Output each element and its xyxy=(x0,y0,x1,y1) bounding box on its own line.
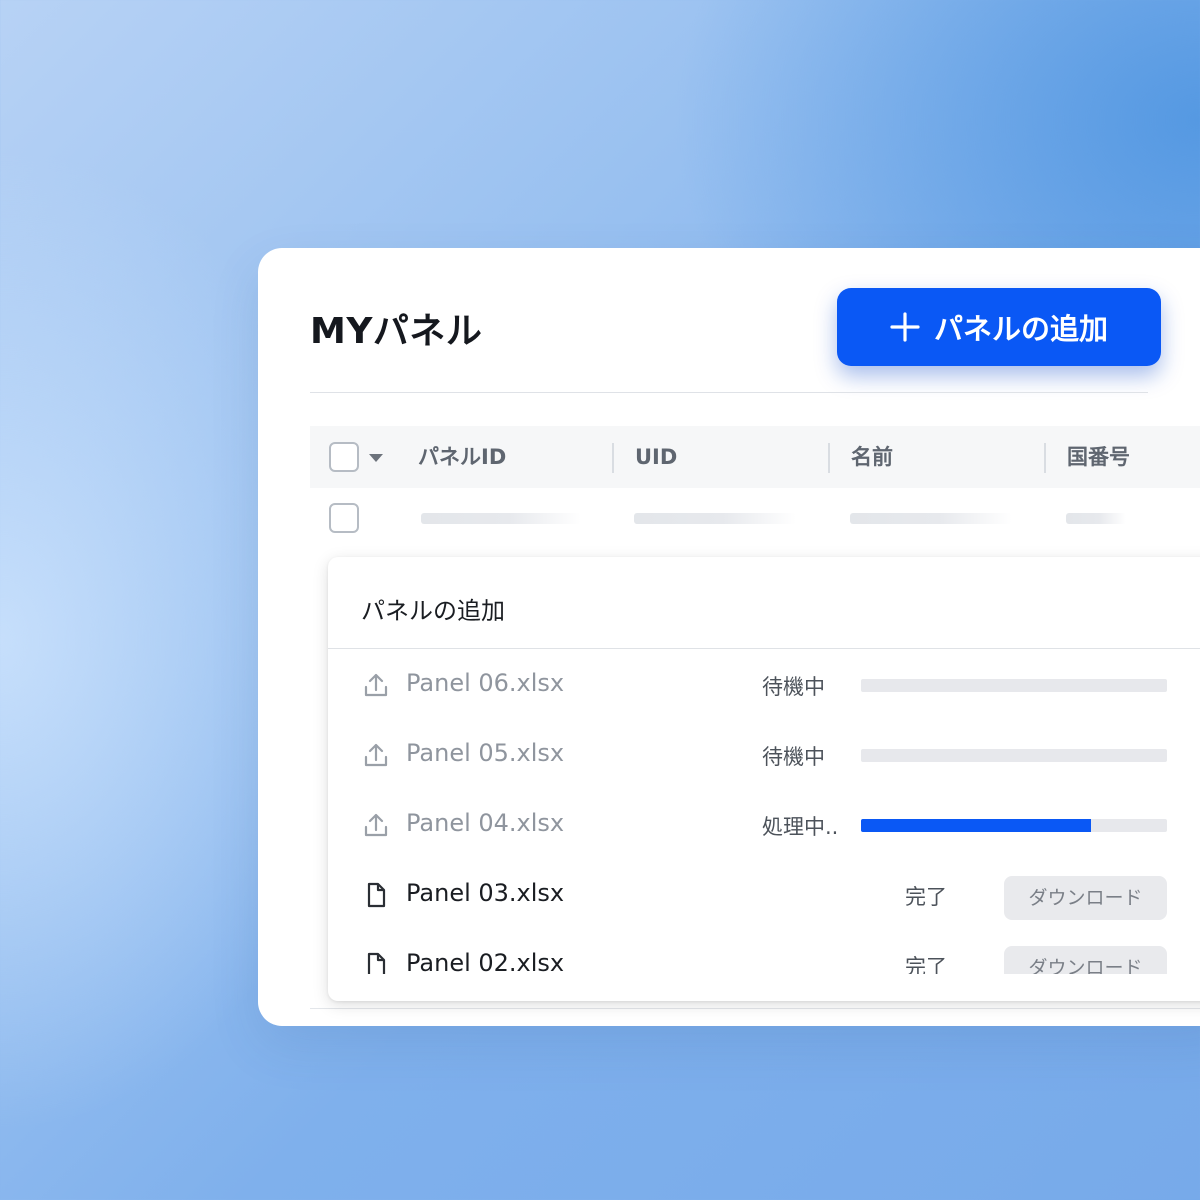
list-item: Panel 06.xlsx 待機中 xyxy=(328,649,1200,719)
skeleton-placeholder xyxy=(1066,513,1126,524)
file-status: 処理中.. xyxy=(762,815,839,839)
header-divider xyxy=(310,392,1148,393)
list-item: Panel 05.xlsx 待機中 xyxy=(328,719,1200,789)
upload-panel-title: パネルの追加 xyxy=(361,597,505,625)
upload-panel: パネルの追加 Panel 06.xlsx 待機中 Panel 05.xlsx 待… xyxy=(328,557,1200,1001)
column-separator xyxy=(1044,443,1046,473)
table-bottom-border xyxy=(310,1008,1200,1009)
file-name: Panel 05.xlsx xyxy=(406,739,565,767)
list-item: Panel 02.xlsx 完了 ダウンロード xyxy=(328,929,1200,974)
file-icon xyxy=(367,882,386,908)
download-button[interactable]: ダウンロード xyxy=(1004,876,1167,920)
add-panel-button[interactable]: パネルの追加 xyxy=(837,288,1161,366)
table-header: パネルID UID 名前 国番号 xyxy=(310,426,1200,488)
progress-bar xyxy=(861,749,1167,762)
file-name: Panel 03.xlsx xyxy=(406,879,565,907)
column-header-panel-id[interactable]: パネルID xyxy=(418,426,506,488)
file-status: 完了 xyxy=(905,885,947,909)
list-item: Panel 04.xlsx 処理中.. xyxy=(328,789,1200,859)
skeleton-placeholder xyxy=(634,513,796,524)
upload-icon xyxy=(364,813,388,837)
file-name: Panel 04.xlsx xyxy=(406,809,565,837)
column-separator xyxy=(612,443,614,473)
page-title: MYパネル xyxy=(310,311,483,352)
add-panel-button-label: パネルの追加 xyxy=(933,312,1108,346)
skeleton-placeholder xyxy=(850,513,1012,524)
file-status: 待機中 xyxy=(762,745,825,769)
file-status: 完了 xyxy=(905,955,947,974)
file-name: Panel 06.xlsx xyxy=(406,669,565,697)
chevron-down-icon[interactable] xyxy=(369,454,383,462)
file-status: 待機中 xyxy=(762,675,825,699)
upload-icon xyxy=(364,673,388,697)
progress-bar xyxy=(861,819,1167,832)
upload-list: Panel 06.xlsx 待機中 Panel 05.xlsx 待機中 Pane… xyxy=(328,649,1200,974)
list-item: Panel 03.xlsx 完了 ダウンロード xyxy=(328,859,1200,929)
progress-bar xyxy=(861,679,1167,692)
column-header-uid[interactable]: UID xyxy=(635,426,677,488)
skeleton-placeholder xyxy=(421,513,581,524)
file-icon xyxy=(367,952,386,974)
select-all-checkbox[interactable] xyxy=(329,442,359,472)
column-header-country-code[interactable]: 国番号 xyxy=(1067,426,1130,488)
file-name: Panel 02.xlsx xyxy=(406,949,565,974)
progress-bar-fill xyxy=(861,819,1091,832)
table-row-loading xyxy=(310,488,1200,548)
plus-icon xyxy=(890,312,920,342)
column-header-name[interactable]: 名前 xyxy=(851,426,893,488)
download-button[interactable]: ダウンロード xyxy=(1004,946,1167,974)
column-separator xyxy=(828,443,830,473)
upload-icon xyxy=(364,743,388,767)
row-checkbox[interactable] xyxy=(329,503,359,533)
